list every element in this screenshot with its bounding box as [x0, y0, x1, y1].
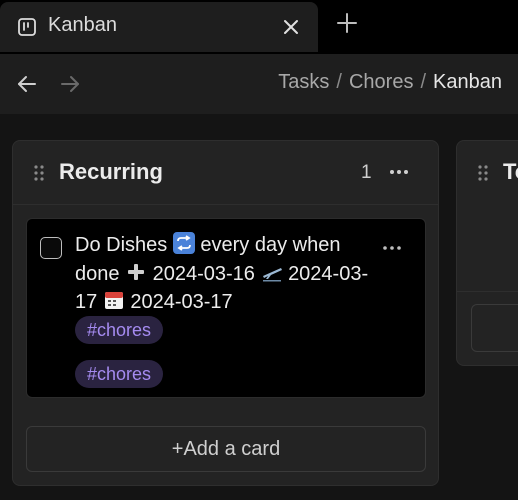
card-more-icon[interactable] — [381, 237, 403, 259]
new-tab-plus-icon[interactable] — [336, 12, 358, 34]
plus-emoji-icon — [128, 263, 145, 280]
add-card-button[interactable] — [471, 304, 518, 352]
card-checkbox[interactable] — [40, 237, 62, 259]
lane-to: To — [456, 140, 518, 366]
more-horizontal-icon[interactable] — [388, 161, 410, 183]
lane-title[interactable]: To — [503, 159, 518, 185]
breadcrumb-separator: / — [420, 71, 427, 93]
breadcrumb-chores[interactable]: Chores — [349, 71, 413, 93]
add-card-button[interactable]: +Add a card — [26, 426, 426, 472]
breadcrumb-separator: / — [336, 71, 342, 93]
tag-chores[interactable]: #chores — [75, 316, 164, 344]
lane-recurring: Recurring 1 Do Dishes every day when don… — [12, 140, 439, 486]
tab-bar: Kanban — [0, 0, 518, 54]
kanban-board-icon — [18, 18, 36, 36]
kanban-app: Kanban Tasks / Chores / Kanban Recurring… — [0, 0, 518, 500]
lane-divider — [457, 291, 518, 292]
drag-handle-icon[interactable] — [477, 164, 489, 182]
tab-kanban[interactable]: Kanban — [0, 2, 318, 52]
navigation-bar: Tasks / Chores / Kanban — [0, 54, 518, 114]
card-text[interactable]: Do Dishes every day when done 2024-03-16 — [75, 231, 375, 317]
card-due-date: 2024-03-17 — [130, 291, 233, 313]
card-created-date: 2024-03-16 — [152, 262, 255, 285]
arrow-left-icon[interactable] — [16, 73, 38, 95]
card-do-dishes[interactable]: Do Dishes every day when done 2024-03-16 — [26, 218, 426, 398]
breadcrumb: Tasks / Chores / Kanban — [278, 71, 502, 94]
close-icon[interactable] — [281, 17, 301, 37]
arrow-right-icon[interactable] — [59, 73, 81, 95]
lane-title[interactable]: Recurring — [59, 159, 163, 185]
lane-header: Recurring 1 — [13, 141, 438, 205]
card-title: Do Dishes — [75, 234, 168, 256]
breadcrumb-tasks[interactable]: Tasks — [278, 71, 329, 93]
calendar-emoji-icon — [104, 292, 123, 309]
lane-card-count: 1 — [361, 162, 372, 183]
breadcrumb-kanban[interactable]: Kanban — [433, 71, 502, 93]
kanban-board: Recurring 1 Do Dishes every day when don… — [0, 114, 518, 500]
drag-handle-icon[interactable] — [33, 164, 45, 182]
tag-chores[interactable]: #chores — [75, 360, 164, 388]
tab-title: Kanban — [48, 14, 117, 36]
airplane-departure-emoji-icon — [262, 267, 282, 281]
repeat-emoji-icon — [172, 232, 195, 254]
